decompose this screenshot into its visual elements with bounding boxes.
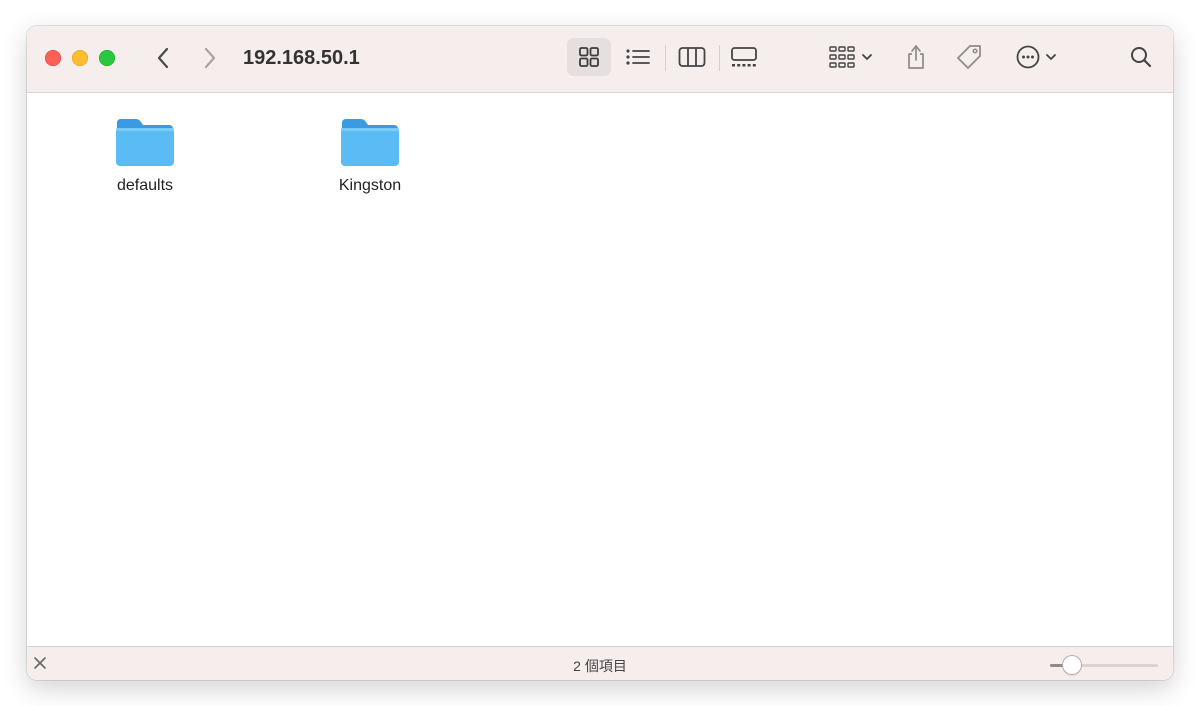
folder-icon xyxy=(341,119,399,166)
file-browser-area[interactable]: defaults Kingston xyxy=(27,93,1173,646)
window-title: 192.168.50.1 xyxy=(243,47,360,69)
chevron-left-icon xyxy=(157,47,169,69)
ellipsis-circle-icon xyxy=(1016,45,1039,69)
zoom-window-button[interactable] xyxy=(99,50,115,66)
group-by-button[interactable] xyxy=(823,38,879,76)
icon-grid-icon xyxy=(579,47,599,67)
minimize-window-button[interactable] xyxy=(72,50,88,66)
search-icon xyxy=(1131,47,1152,68)
folder-icon xyxy=(116,119,174,166)
icon-view-button[interactable] xyxy=(567,38,611,76)
file-name: defaults xyxy=(116,177,174,194)
file-name: Kingston xyxy=(338,177,402,194)
status-bar: 2 個項目 xyxy=(27,646,1173,680)
tag-icon xyxy=(957,45,981,69)
toolbar-divider xyxy=(665,45,666,71)
folder-item[interactable]: Kingston xyxy=(305,115,435,196)
chevron-right-icon xyxy=(204,47,216,69)
more-actions-button[interactable] xyxy=(1009,38,1063,76)
icon-size-slider[interactable] xyxy=(1050,656,1158,674)
item-count: 2 個項目 xyxy=(573,658,627,674)
chevron-down-icon xyxy=(862,54,872,60)
share-icon xyxy=(908,45,924,69)
back-button[interactable] xyxy=(148,42,178,74)
slider-knob[interactable] xyxy=(1062,656,1081,674)
group-grid-icon xyxy=(829,46,855,68)
share-button[interactable] xyxy=(897,38,935,76)
toolbar: 192.168.50.1 xyxy=(27,26,1173,93)
chevron-down-icon xyxy=(1045,54,1056,60)
folder-item[interactable]: defaults xyxy=(80,115,210,196)
toolbar-divider xyxy=(719,45,720,71)
list-icon xyxy=(626,49,650,65)
columns-icon xyxy=(678,47,706,67)
search-button[interactable] xyxy=(1123,38,1159,76)
gallery-view-button[interactable] xyxy=(724,38,764,76)
column-view-button[interactable] xyxy=(672,38,712,76)
tags-button[interactable] xyxy=(949,38,989,76)
forward-button[interactable] xyxy=(195,42,225,74)
list-view-button[interactable] xyxy=(618,38,658,76)
gallery-icon xyxy=(731,47,757,67)
close-window-button[interactable] xyxy=(45,50,61,66)
finder-window: 192.168.50.1 defaults Kingston 2 個項目 xyxy=(27,26,1173,680)
